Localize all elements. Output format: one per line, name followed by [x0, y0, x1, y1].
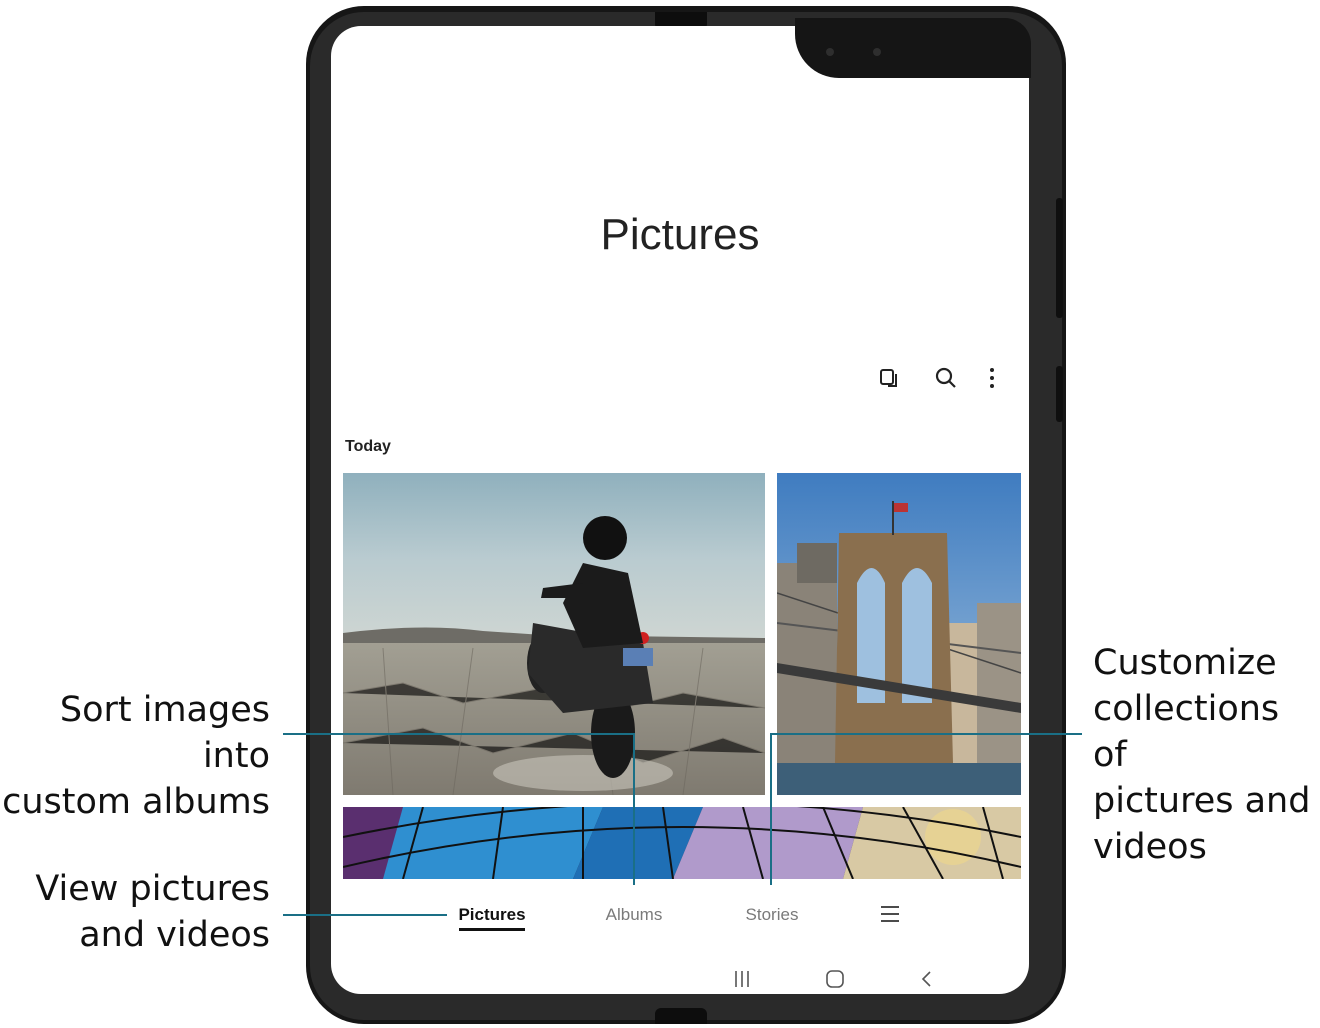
- photo-thumbnail-dome[interactable]: [343, 807, 1021, 879]
- callout-text: Customize: [1093, 643, 1277, 683]
- callout-text: custom albums: [2, 782, 270, 822]
- callout-line-albums-drop: [633, 733, 635, 885]
- callout-line-stories-drop: [770, 733, 772, 885]
- home-icon[interactable]: [824, 968, 846, 990]
- hinge-bottom: [655, 1008, 707, 1024]
- tab-stories[interactable]: Stories: [746, 905, 799, 925]
- callout-sort-albums: Sort images into custom albums: [0, 687, 270, 825]
- callout-line-albums: [283, 733, 635, 735]
- callout-text: Sort images into: [59, 690, 270, 776]
- active-tab-indicator: [459, 928, 525, 931]
- tab-albums[interactable]: Albums: [606, 905, 663, 925]
- power-button: [1056, 366, 1063, 422]
- callout-text: View pictures: [35, 869, 270, 909]
- callout-text: and videos: [79, 915, 270, 955]
- tab-pictures[interactable]: Pictures: [458, 905, 525, 925]
- front-camera-icon: [826, 48, 834, 56]
- callout-view-pictures: View pictures and videos: [35, 866, 270, 958]
- volume-button: [1056, 198, 1063, 318]
- callout-line-stories: [770, 733, 1082, 735]
- photo-thumbnail-motorcycle[interactable]: [343, 473, 765, 795]
- back-icon[interactable]: [916, 968, 938, 990]
- callout-text: pictures and: [1093, 781, 1311, 821]
- select-icon[interactable]: [876, 364, 904, 392]
- recent-apps-icon[interactable]: [731, 968, 753, 990]
- page-title: Pictures: [600, 210, 760, 259]
- hamburger-menu-icon[interactable]: [880, 905, 900, 923]
- photo-thumbnail-bridge[interactable]: [777, 473, 1021, 795]
- search-icon[interactable]: [932, 364, 960, 392]
- section-label-today: Today: [345, 438, 391, 455]
- callout-text: collections of: [1093, 689, 1280, 775]
- more-options-icon[interactable]: [978, 364, 1006, 392]
- callout-text: videos: [1093, 827, 1207, 867]
- callout-line-pictures: [283, 914, 447, 916]
- front-camera-icon: [873, 48, 881, 56]
- callout-customize-stories: Customize collections of pictures and vi…: [1093, 640, 1320, 870]
